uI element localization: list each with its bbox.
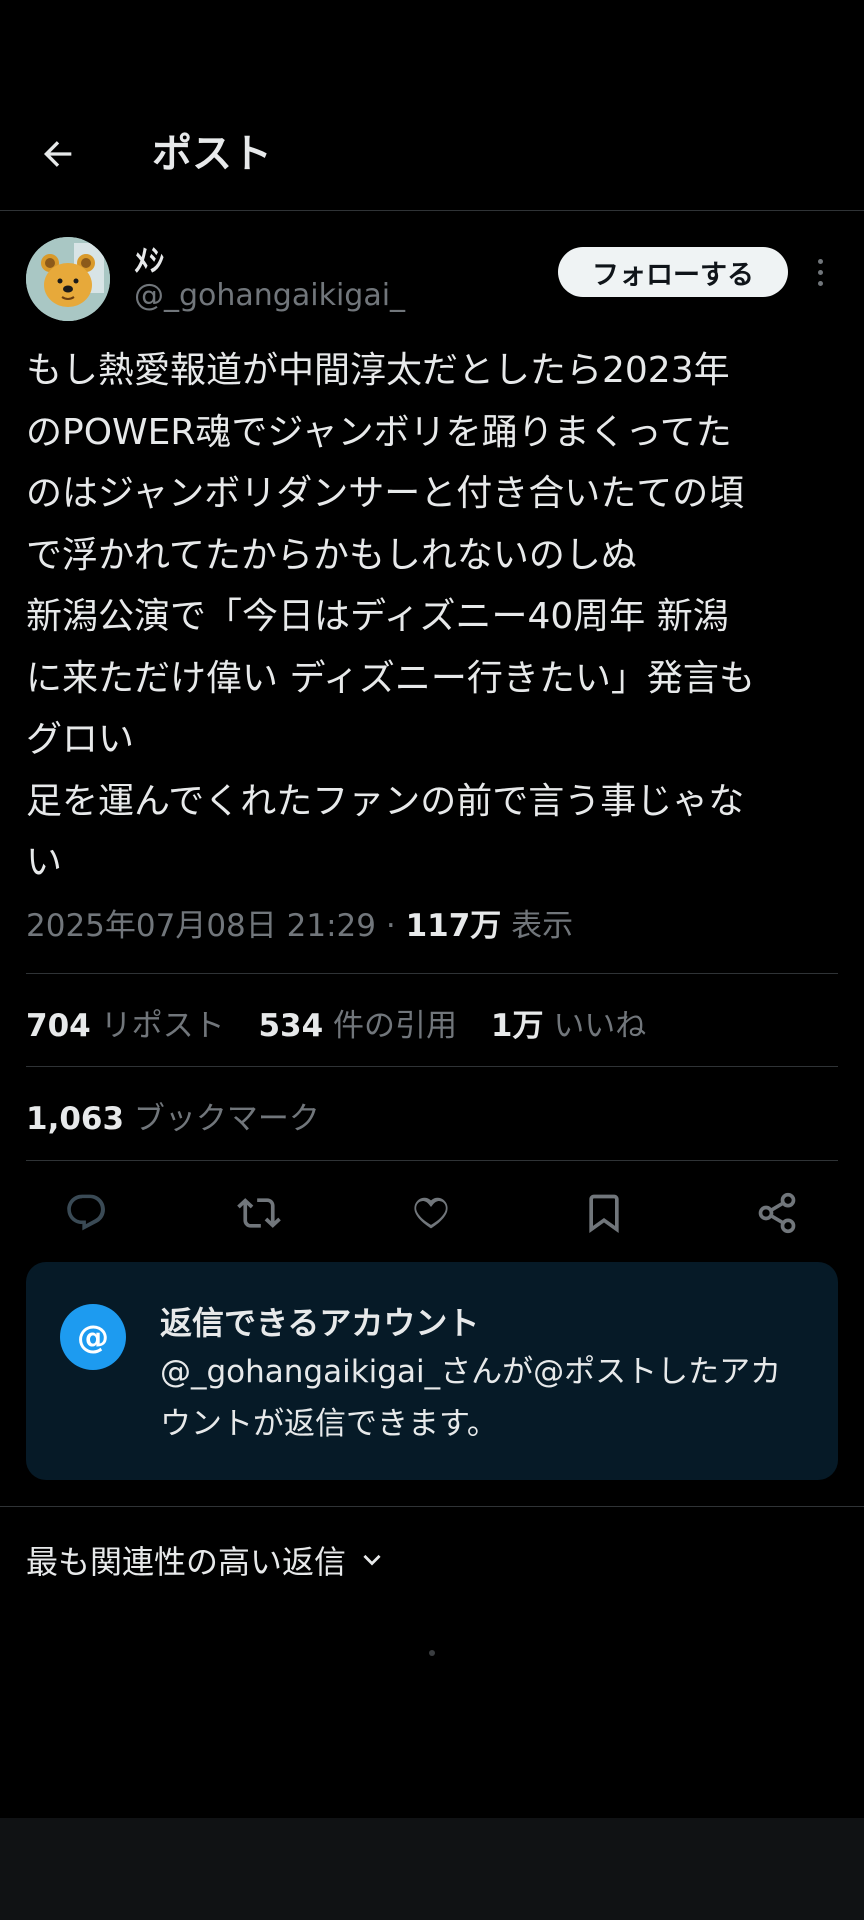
post-text-line: い [26, 842, 63, 883]
more-dot-icon [817, 280, 823, 286]
repost-icon [237, 1198, 281, 1228]
chevron-down-icon [363, 1554, 381, 1566]
avatar[interactable] [26, 237, 110, 321]
repost-button[interactable] [234, 1188, 284, 1238]
view-label: 表示 [511, 908, 574, 944]
bookmark-icon [589, 1194, 619, 1233]
view-count[interactable]: 117万 [406, 908, 502, 944]
divider [26, 973, 838, 974]
divider [26, 1160, 838, 1161]
post-text-line: に来ただけ偉い ディズニー行きたい」発言も [26, 657, 755, 699]
post-text-line: で浮かれてたからかもしれないのしぬ [26, 534, 637, 576]
bottom-navigation-bar [0, 1818, 864, 1920]
post-text-line: グロい [26, 719, 135, 760]
reply-sort-dropdown[interactable]: 最も関連性の高い返信 [26, 1537, 386, 1583]
reply-restriction-line: @_gohangaikigai_さんが@ポストしたアカ [160, 1354, 782, 1390]
like-icon [414, 1197, 448, 1229]
bookmark-stat[interactable]: 1,063 ブックマーク [26, 1093, 320, 1138]
page-title: ポスト [152, 131, 272, 177]
author-handle[interactable]: @_gohangaikigai_ [134, 278, 405, 313]
action-bar [0, 1188, 864, 1238]
more-dot-icon [817, 269, 823, 275]
post-text-line: もし熱愛報道が中間淳太だとしたら2023年 [26, 350, 730, 391]
reply-restriction-line: ウントが返信できます。 [160, 1406, 498, 1442]
follow-button[interactable]: フォローする [558, 247, 788, 297]
like-count: 1万 [490, 1008, 544, 1044]
repost-label: リポスト [100, 1008, 225, 1044]
section-divider [0, 1506, 864, 1507]
engagement-stats: 704 リポスト 534 件の引用 1万 いいね [26, 1000, 670, 1045]
reply-button[interactable] [61, 1188, 111, 1238]
share-button[interactable] [752, 1188, 802, 1238]
more-dot-icon [817, 258, 823, 264]
back-button[interactable] [34, 130, 82, 178]
like-button[interactable] [406, 1188, 456, 1238]
reply-restriction-title: 返信できるアカウント [160, 1304, 480, 1342]
bookmark-label: ブックマーク [133, 1101, 320, 1137]
loading-indicator [429, 1650, 435, 1656]
meta-separator: · [385, 908, 396, 944]
repost-stat[interactable]: 704 リポスト [26, 1000, 225, 1045]
top-bar: ポスト [0, 108, 864, 210]
author-name[interactable]: ﾒｼ [134, 236, 164, 280]
divider [26, 1066, 838, 1067]
post-detail-screen: ポスト ﾒｼ @_gohangaikigai_ フォローする もし熱愛報道が中間… [0, 0, 864, 1920]
like-label: いいね [553, 1008, 647, 1044]
post-text: もし熱愛報道が中間淳太だとしたら2023年 のPOWER魂でジャンボリを踊りまく… [26, 340, 846, 894]
share-icon [758, 1192, 796, 1234]
reply-sort-label: 最も関連性の高い返信 [26, 1543, 347, 1581]
bookmark-count: 1,063 [26, 1101, 125, 1137]
post-timestamp[interactable]: 2025年07月08日 21:29 [26, 908, 376, 944]
repost-count: 704 [26, 1008, 91, 1044]
post-text-line: のPOWER魂でジャンボリを踊りまくってた [26, 411, 732, 453]
post-text-line: のはジャンボリダンサーと付き合いたての頃 [26, 473, 745, 514]
avatar-bear-image [26, 237, 110, 321]
post-text-line: 足を運んでくれたファンの前で言う事じゃな [26, 780, 745, 822]
more-options-button[interactable] [808, 252, 832, 292]
post-meta: 2025年07月08日 21:29 · 117万 表示 [26, 900, 573, 945]
post-text-line: 新潟公演で「今日はディズニー40周年 新潟 [26, 596, 729, 637]
like-stat[interactable]: 1万 いいね [491, 1000, 646, 1045]
quote-label: 件の引用 [333, 1008, 458, 1044]
back-arrow-icon [44, 141, 72, 167]
bookmark-button[interactable] [579, 1188, 629, 1238]
reply-restriction-card: @ 返信できるアカウント @_gohangaikigai_さんが@ポストしたアカ… [26, 1262, 838, 1480]
quote-stat[interactable]: 534 件の引用 [258, 1000, 457, 1045]
quote-count: 534 [258, 1008, 324, 1044]
at-mention-icon: @ [60, 1304, 126, 1370]
reply-restriction-text: @_gohangaikigai_さんが@ポストしたアカ ウントが返信できます。 [160, 1346, 820, 1450]
header-divider [0, 210, 864, 211]
reply-icon [67, 1194, 105, 1231]
